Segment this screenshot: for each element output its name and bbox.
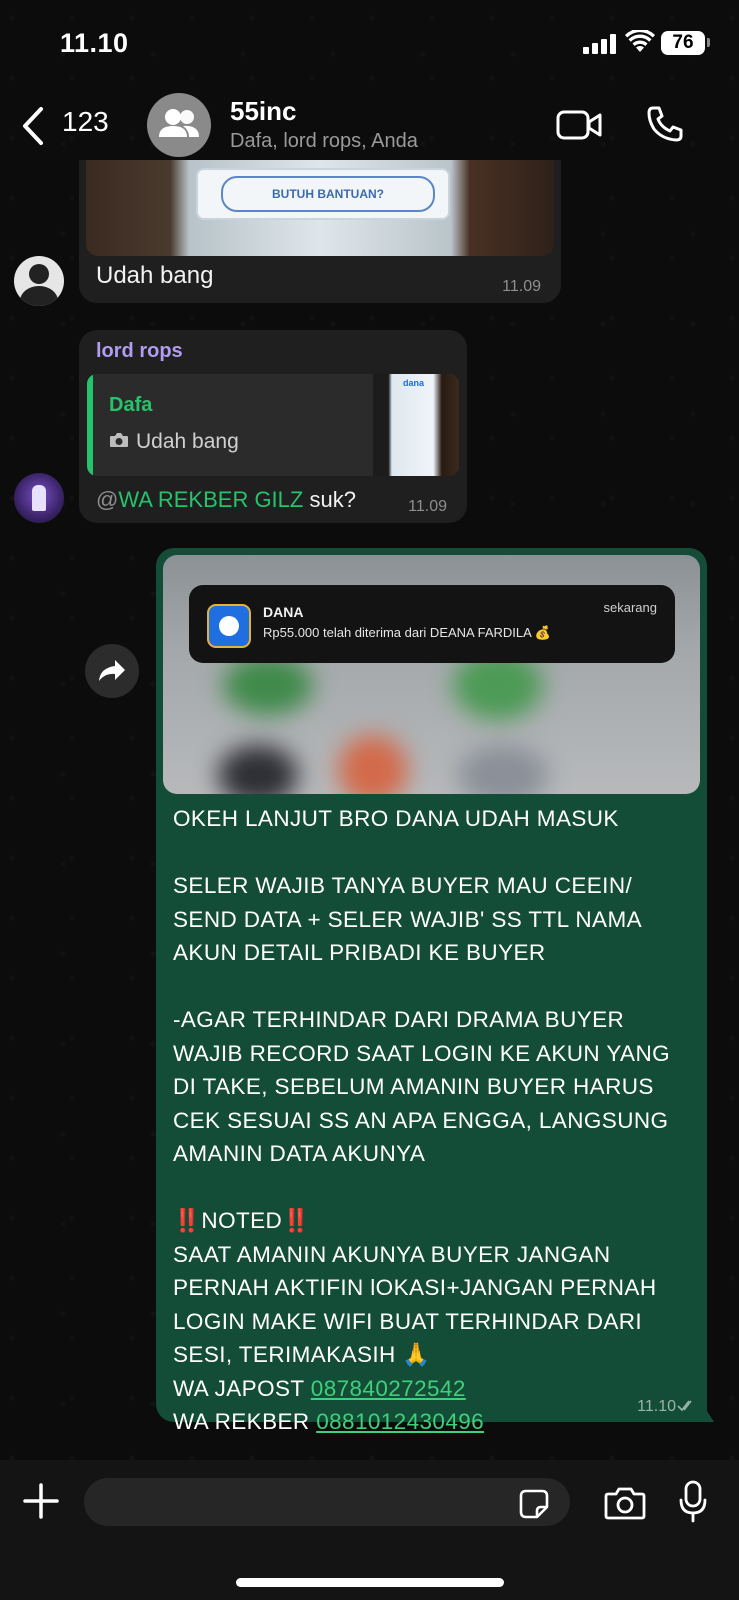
sender-name[interactable]: lord rops — [96, 340, 183, 363]
avatar-figure — [32, 485, 46, 511]
quote-thumbnail: dana — [373, 374, 459, 476]
mention-link[interactable]: WA REKBER GILZ — [118, 487, 303, 512]
noted-heading: ‼️NOTED‼️ — [173, 1208, 311, 1233]
microphone-icon[interactable] — [678, 1480, 708, 1524]
message-bubble-incoming[interactable]: BUTUH BANTUAN? Udah bang 11.09 — [79, 160, 561, 303]
plus-icon[interactable] — [22, 1482, 60, 1520]
unread-count[interactable]: 123 — [62, 106, 109, 138]
avatar-body — [20, 286, 58, 306]
camera-icon — [110, 433, 128, 447]
group-name[interactable]: 55inc — [230, 96, 297, 127]
message-paragraph: SELER WAJIB TANYA BUYER MAU CEEIN/ SEND … — [173, 873, 647, 965]
camera-icon[interactable] — [604, 1485, 646, 1521]
japost-label: WA JAPOST — [173, 1375, 311, 1401]
dana-app-icon-inner — [219, 616, 239, 636]
sticker-icon[interactable] — [518, 1488, 550, 1520]
composer-bar — [0, 1460, 739, 1600]
bubble-tail — [700, 1400, 714, 1422]
sender-avatar[interactable] — [14, 256, 64, 306]
quote-accent-bar — [87, 374, 93, 476]
contact-line-rekber: WA REKBER 0881012430496 — [173, 1405, 693, 1439]
notification-title: DANA — [263, 604, 304, 620]
avatar-head — [29, 264, 49, 284]
message-image[interactable]: BUTUH BANTUAN? — [86, 160, 554, 256]
battery-tip — [707, 38, 710, 47]
home-indicator[interactable] — [236, 1578, 504, 1587]
message-time: 11.09 — [408, 498, 447, 515]
blurred-shape — [338, 735, 408, 794]
sender-avatar[interactable] — [14, 473, 64, 523]
forward-arrow-icon — [99, 660, 125, 681]
blurred-shape — [223, 655, 313, 715]
message-paragraph: OKEH LANJUT BRO DANA UDAH MASUK — [173, 806, 619, 831]
message-paragraph: -AGAR TERHINDAR DARI DRAMA BUYER WAJIB R… — [173, 1007, 677, 1166]
blurred-shape — [218, 745, 298, 794]
quote-text: Udah bang — [136, 430, 239, 453]
wifi-icon — [625, 30, 655, 52]
contact-line-japost: WA JAPOST 087840272542 — [173, 1372, 693, 1406]
phone-link-rekber[interactable]: 0881012430496 — [316, 1409, 484, 1434]
group-members[interactable]: Dafa, lord rops, Anda — [230, 130, 418, 153]
phone-link-japost[interactable]: 087840272542 — [311, 1376, 466, 1401]
message-text: OKEH LANJUT BRO DANA UDAH MASUK SELER WA… — [173, 802, 693, 1439]
rekber-label: WA REKBER — [173, 1409, 317, 1434]
message-text-suffix: suk? — [303, 487, 356, 512]
dana-app-icon — [207, 604, 251, 648]
video-call-icon[interactable] — [556, 108, 602, 142]
message-input[interactable] — [84, 1478, 570, 1526]
message-paragraph: SAAT AMANIN AKUNYA BUYER JANGAN PERNAH A… — [173, 1241, 664, 1368]
cellular-signal-icon — [583, 34, 616, 54]
battery-icon: 76 — [661, 31, 705, 55]
status-bar: 11.10 76 — [0, 0, 739, 88]
forward-button[interactable] — [85, 644, 139, 698]
message-bubble-incoming[interactable]: lord rops Dafa Udah bang dana @WA REKBER… — [79, 330, 467, 523]
mention-at: @ — [96, 487, 119, 512]
notification-body: Rp55.000 telah diterima dari DEANA FARDI… — [263, 625, 551, 640]
notification-time: sekarang — [603, 600, 657, 615]
voice-call-icon[interactable] — [645, 104, 685, 144]
read-receipt-icon — [677, 1400, 692, 1412]
group-avatar[interactable] — [147, 93, 211, 157]
image-help-button: BUTUH BANTUAN? — [221, 176, 435, 212]
message-text: Udah bang — [96, 262, 214, 289]
message-time: 11.10 — [637, 1398, 676, 1415]
chat-header: 123 55inc Dafa, lord rops, Anda — [0, 88, 739, 164]
blurred-shape — [458, 745, 548, 794]
dana-logo: dana — [403, 378, 425, 388]
message-bubble-outgoing[interactable]: DANA Rp55.000 telah diterima dari DEANA … — [156, 548, 707, 1434]
quoted-message[interactable]: Dafa Udah bang dana — [87, 374, 459, 476]
notification-banner: DANA Rp55.000 telah diterima dari DEANA … — [189, 585, 675, 663]
status-time: 11.10 — [60, 28, 129, 58]
message-time: 11.09 — [502, 278, 541, 295]
back-chevron-icon[interactable] — [20, 106, 46, 146]
message-image[interactable]: DANA Rp55.000 telah diterima dari DEANA … — [163, 555, 700, 794]
group-people-icon — [159, 109, 199, 137]
message-text: @WA REKBER GILZ suk? — [96, 487, 356, 513]
quote-sender: Dafa — [109, 394, 153, 416]
